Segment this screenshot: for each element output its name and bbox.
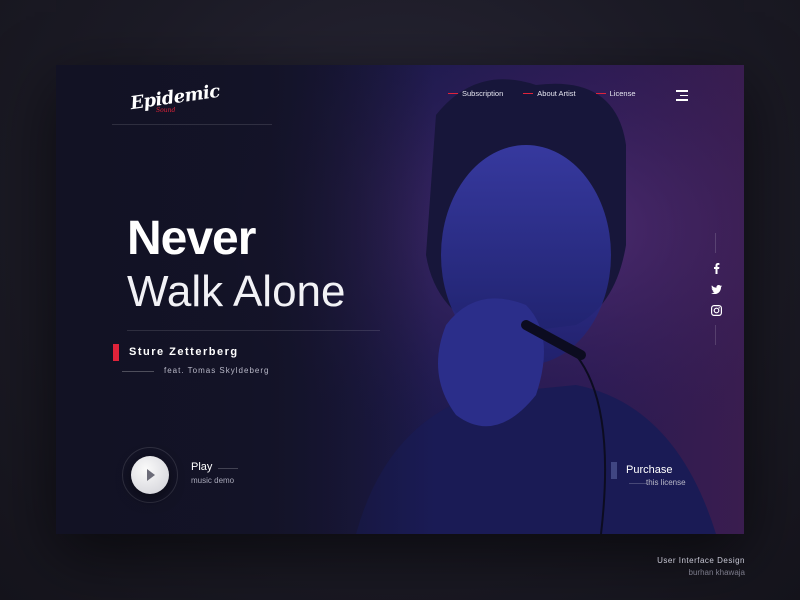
artist-name: Sture Zetterberg bbox=[129, 346, 239, 358]
nav-item-about-artist[interactable]: About Artist bbox=[523, 89, 576, 98]
hero-title-strong: Never bbox=[127, 212, 256, 265]
feat-divider bbox=[122, 371, 154, 372]
title-divider bbox=[127, 330, 380, 331]
play-icon bbox=[147, 469, 155, 481]
play-sublabel: music demo bbox=[191, 476, 235, 485]
social-divider-bottom bbox=[715, 325, 716, 345]
featuring-artist: feat. Tomas Skyldeberg bbox=[164, 366, 270, 375]
nav-item-subscription[interactable]: Subscription bbox=[448, 89, 503, 98]
nav-item-license[interactable]: License bbox=[595, 89, 636, 98]
nav-label: Subscription bbox=[462, 89, 504, 98]
nav-label: About Artist bbox=[537, 89, 576, 98]
footer-author: burhan khawaja bbox=[688, 568, 745, 577]
play-ring bbox=[122, 447, 178, 503]
footer-caption: User Interface Design bbox=[657, 556, 745, 565]
purchase-sublabel: this license bbox=[646, 478, 686, 487]
nav-label: License bbox=[609, 89, 636, 98]
hero-card: Epidemic Sound Subscription About Artist… bbox=[56, 65, 744, 534]
purchase-accent-bar bbox=[611, 462, 617, 479]
instagram-icon[interactable] bbox=[710, 304, 722, 316]
purchase-divider bbox=[629, 483, 647, 484]
hero-title-light: Walk Alone bbox=[127, 267, 346, 316]
purchase-link[interactable]: Purchase bbox=[626, 464, 672, 476]
social-links bbox=[710, 233, 722, 345]
nav-dash bbox=[448, 93, 458, 94]
nav-dash bbox=[595, 93, 606, 94]
logo-sub: Sound bbox=[156, 107, 176, 114]
play-divider bbox=[218, 468, 238, 469]
brand-logo[interactable]: Epidemic Sound bbox=[112, 81, 272, 125]
artist-accent-bar bbox=[113, 344, 119, 361]
hamburger-menu-icon[interactable] bbox=[676, 90, 688, 101]
nav-dash bbox=[523, 93, 534, 94]
logo-divider bbox=[112, 124, 272, 125]
play-label: Play bbox=[191, 461, 213, 473]
social-divider-top bbox=[715, 233, 716, 253]
play-button[interactable] bbox=[131, 456, 169, 494]
twitter-icon[interactable] bbox=[710, 283, 722, 295]
main-nav: Subscription About Artist License bbox=[448, 89, 636, 98]
facebook-icon[interactable] bbox=[710, 262, 722, 274]
